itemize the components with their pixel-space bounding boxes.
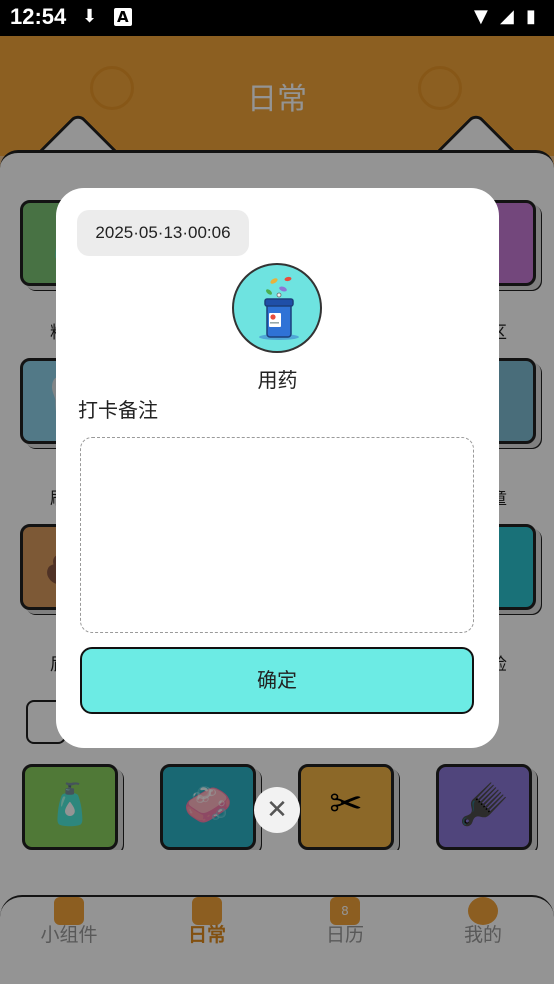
confirm-button[interactable]: 确定 <box>80 647 474 714</box>
activity-name: 用药 <box>257 368 298 392</box>
battery-icon: ▮ <box>526 6 536 27</box>
note-label: 打卡备注 <box>78 398 158 422</box>
note-input[interactable] <box>80 437 474 633</box>
status-bar: 12:54 ⬇ A ▼ ◢ ▮ <box>0 0 554 36</box>
download-icon: ⬇ <box>82 6 98 27</box>
close-icon[interactable]: ✕ <box>254 787 300 833</box>
font-icon: A <box>114 8 132 26</box>
medicine-bottle-icon <box>232 263 322 353</box>
status-time: 12:54 <box>10 4 67 29</box>
checkin-dialog: 2025·05·13·00:06 用药 打卡备注 确定 <box>56 188 499 748</box>
signal-icon: ◢ <box>500 6 514 27</box>
date-chip[interactable]: 2025·05·13·00:06 <box>77 210 249 256</box>
wifi-icon: ▼ <box>474 6 488 27</box>
